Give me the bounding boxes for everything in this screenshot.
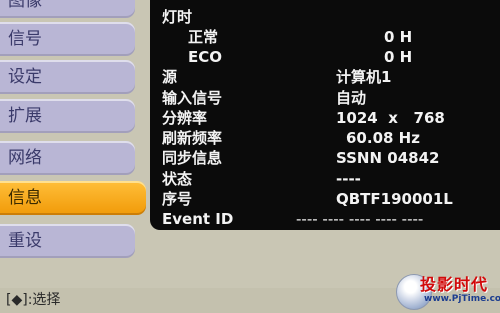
select-hint: [◆]:选择 — [6, 292, 61, 308]
eco-label: ECO — [188, 48, 223, 66]
menu-item-label: 图像 — [8, 0, 42, 11]
menu-item-label: 信息 — [8, 188, 42, 208]
event-id-row: Event ID ---- ---- ---- ---- ---- — [150, 210, 500, 229]
eco-value: 0 H — [384, 48, 413, 66]
input-signal-label: 输入信号 — [162, 89, 223, 107]
event-id-label: Event ID — [162, 210, 234, 228]
sync-row: 同步信息 SSNN 04842 — [150, 149, 500, 168]
watermark-title: 投影时代 — [420, 275, 489, 294]
refresh-label: 刷新频率 — [162, 129, 223, 147]
resolution-label: 分辨率 — [162, 109, 208, 127]
normal-label: 正常 — [188, 28, 219, 46]
menu-item-extended[interactable]: 扩展 — [0, 99, 135, 133]
info-panel: 灯时 正常 0 H ECO 0 H 源 计算机1 输入信号 自动 分辨率 102… — [150, 0, 500, 230]
resolution-row: 分辨率 1024 x 768 — [150, 109, 500, 128]
menu-item-info[interactable]: 信息 — [0, 181, 146, 215]
resolution-value: 1024 x 768 — [336, 109, 445, 127]
source-row: 源 计算机1 — [150, 68, 500, 87]
menu-item-label: 网络 — [8, 148, 42, 168]
refresh-row: 刷新频率 60.08 Hz — [150, 129, 500, 148]
input-signal-value: 自动 — [336, 89, 367, 107]
menu-item-label: 重设 — [8, 231, 42, 251]
main-menu: 图像 信号 设定 扩展 网络 信息 重设 — [0, 0, 150, 270]
normal-row: 正常 0 H — [150, 28, 500, 47]
normal-value: 0 H — [384, 28, 413, 46]
menu-item-label: 扩展 — [8, 106, 42, 126]
menu-item-reset[interactable]: 重设 — [0, 224, 135, 258]
sync-label: 同步信息 — [162, 149, 223, 167]
input-signal-row: 输入信号 自动 — [150, 89, 500, 108]
menu-item-label: 信号 — [8, 29, 42, 49]
eco-row: ECO 0 H — [150, 48, 500, 67]
serial-row: 序号 QBTF190001L — [150, 190, 500, 209]
sync-value: SSNN 04842 — [336, 149, 440, 167]
status-value: ---- — [336, 170, 361, 188]
bottom-hint-bar: [◆]:选择 投影时代 www.PjTime.com — [0, 274, 500, 313]
lamp-hours-label: 灯时 — [162, 8, 193, 26]
refresh-value: 60.08 Hz — [346, 129, 420, 147]
menu-item-settings[interactable]: 设定 — [0, 60, 135, 94]
menu-item-image[interactable]: 图像 — [0, 0, 135, 18]
serial-value: QBTF190001L — [336, 190, 453, 208]
event-id-value: ---- ---- ---- ---- ---- — [296, 210, 424, 228]
serial-label: 序号 — [162, 190, 193, 208]
projector-osd-screen: 图像 信号 设定 扩展 网络 信息 重设 灯时 正常 0 H ECO 0 H 源… — [0, 0, 500, 313]
lamp-hours-row: 灯时 — [150, 8, 500, 27]
source-value: 计算机1 — [336, 68, 392, 86]
source-label: 源 — [162, 68, 178, 86]
menu-item-signal[interactable]: 信号 — [0, 22, 135, 56]
menu-item-network[interactable]: 网络 — [0, 141, 135, 175]
menu-item-label: 设定 — [8, 67, 42, 87]
status-label: 状态 — [162, 170, 193, 188]
watermark-url: www.PjTime.com — [424, 294, 500, 304]
status-row: 状态 ---- — [150, 170, 500, 189]
